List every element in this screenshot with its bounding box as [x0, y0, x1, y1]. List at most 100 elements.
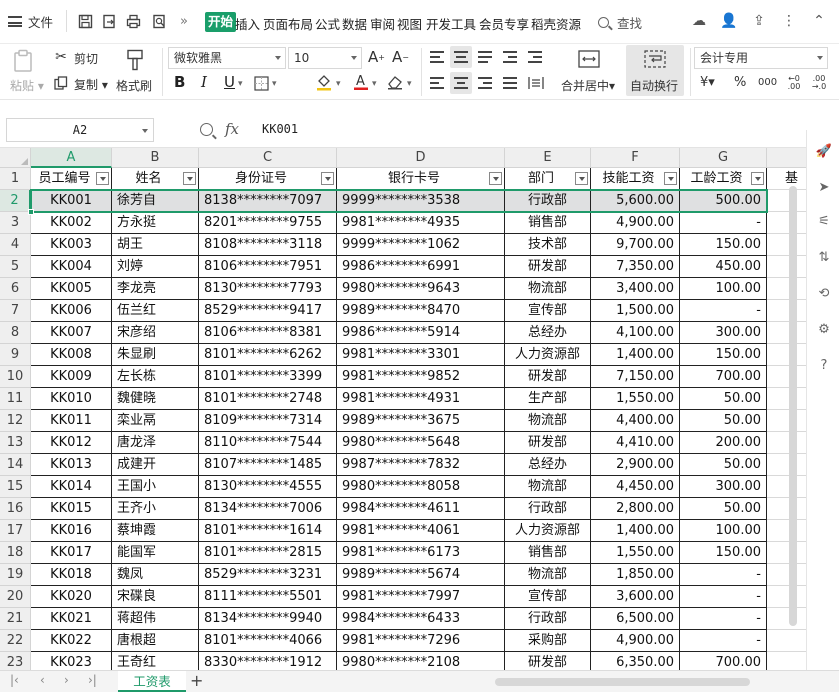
decrease-font-icon[interactable]: A − [392, 48, 409, 66]
cell-bank-card[interactable]: 9981********9852 [337, 366, 505, 388]
column-header-h[interactable] [767, 148, 806, 168]
row-header[interactable]: 8 [0, 322, 31, 344]
cell-bank-card[interactable]: 9986********5914 [337, 322, 505, 344]
cell-seniority-pay[interactable]: 300.00 [680, 322, 767, 344]
thousands-separator-button[interactable]: 000 [758, 77, 777, 88]
cell-name[interactable]: 魏凤 [112, 564, 199, 586]
cell-name[interactable]: 方永挺 [112, 212, 199, 234]
cell-id-card[interactable]: 8101********4066 [199, 630, 337, 652]
align-middle-icon[interactable] [454, 51, 468, 63]
cell-bank-card[interactable]: 9981********3301 [337, 344, 505, 366]
cell-name[interactable]: 王齐小 [112, 498, 199, 520]
cell-dept[interactable]: 宣传部 [505, 586, 591, 608]
wrap-text-button[interactable]: 自动换行 [630, 77, 678, 94]
cell-id[interactable]: KK021 [31, 608, 112, 630]
cell-seniority-pay[interactable]: - [680, 586, 767, 608]
align-left-icon[interactable] [430, 77, 444, 89]
cell-id[interactable]: KK016 [31, 520, 112, 542]
cell-seniority-pay[interactable]: 50.00 [680, 388, 767, 410]
cell-name[interactable]: 蒋超伟 [112, 608, 199, 630]
clear-format-icon[interactable] [385, 73, 405, 91]
font-color-icon[interactable]: A [352, 72, 370, 92]
zoom-search-icon[interactable] [200, 123, 213, 136]
cell-id[interactable]: KK012 [31, 432, 112, 454]
cell-seniority-pay[interactable]: 200.00 [680, 432, 767, 454]
cell-name[interactable]: 宋彦绍 [112, 322, 199, 344]
cell-seniority-pay[interactable]: 150.00 [680, 344, 767, 366]
cell-id[interactable]: KK009 [31, 366, 112, 388]
cell-seniority-pay[interactable]: 300.00 [680, 476, 767, 498]
cell-skill-pay[interactable]: 7,150.00 [591, 366, 680, 388]
cell-id[interactable]: KK017 [31, 542, 112, 564]
tab-insert[interactable]: 插入 [235, 14, 260, 33]
cell-skill-pay[interactable]: 3,600.00 [591, 586, 680, 608]
cell-id[interactable]: KK020 [31, 586, 112, 608]
row-header[interactable]: 5 [0, 256, 31, 278]
cell-id[interactable]: KK002 [31, 212, 112, 234]
header-cell-id[interactable]: 员工编号 [31, 168, 112, 190]
cell-id-card[interactable]: 8108********3118 [199, 234, 337, 256]
cell-name[interactable]: 栾业鬲 [112, 410, 199, 432]
justify-icon[interactable] [503, 77, 517, 89]
cell-bank-card[interactable]: 9984********6433 [337, 608, 505, 630]
backup-icon[interactable]: ⟲ [815, 284, 833, 302]
add-sheet-button[interactable]: + [190, 671, 203, 690]
cell-name[interactable]: 成建开 [112, 454, 199, 476]
cell-dept[interactable]: 总经办 [505, 322, 591, 344]
cell-bank-card[interactable]: 9980********8058 [337, 476, 505, 498]
tab-formulas[interactable]: 公式 [315, 14, 340, 33]
filter-dropdown-icon[interactable] [751, 172, 764, 185]
cell-skill-pay[interactable]: 4,410.00 [591, 432, 680, 454]
insert-function-button[interactable]: fx [225, 120, 239, 138]
header-cell-id-card[interactable]: 身份证号 [199, 168, 337, 190]
rocket-icon[interactable]: 🚀 [815, 142, 833, 160]
cell-id[interactable]: KK014 [31, 476, 112, 498]
filter-dropdown-icon[interactable] [183, 172, 196, 185]
column-header-g[interactable]: G [680, 148, 767, 168]
cell-id[interactable]: KK003 [31, 234, 112, 256]
font-color-dropdown-icon[interactable]: ▾ [372, 79, 377, 89]
cell-skill-pay[interactable]: 1,550.00 [591, 542, 680, 564]
cell-id-card[interactable]: 8529********9417 [199, 300, 337, 322]
cell-dept[interactable]: 总经办 [505, 454, 591, 476]
next-sheet-icon[interactable]: › [64, 673, 69, 687]
decrease-decimal-icon[interactable]: .00 →.0 [808, 73, 830, 93]
share-user-icon[interactable]: 👤 [719, 11, 739, 31]
cell-id-card[interactable]: 8109********7314 [199, 410, 337, 432]
cell-bank-card[interactable]: 9980********2108 [337, 652, 505, 670]
font-size-select[interactable]: 10 [288, 47, 362, 69]
format-painter-icon[interactable] [124, 48, 146, 72]
cell-id-card[interactable]: 8134********7006 [199, 498, 337, 520]
column-header-e[interactable]: E [505, 148, 591, 168]
cell-seniority-pay[interactable]: 700.00 [680, 652, 767, 670]
cell-id-card[interactable]: 8101********6262 [199, 344, 337, 366]
cell-name[interactable]: 徐芳自 [112, 190, 199, 212]
row-header[interactable]: 10 [0, 366, 31, 388]
cell-skill-pay[interactable]: 4,450.00 [591, 476, 680, 498]
horizontal-scroll-thumb[interactable] [495, 678, 750, 686]
cell-name[interactable]: 宋碟良 [112, 586, 199, 608]
row-header[interactable]: 2 [0, 190, 31, 212]
cell-id-card[interactable]: 8101********1614 [199, 520, 337, 542]
select-cursor-icon[interactable]: ➤ [815, 178, 833, 196]
filter-dropdown-icon[interactable] [489, 172, 502, 185]
italic-button[interactable]: I [201, 73, 207, 91]
tab-member[interactable]: 会员专享 [479, 14, 529, 33]
cell-bank-card[interactable]: 9981********4931 [337, 388, 505, 410]
tab-home[interactable]: 开始 [205, 12, 237, 32]
print-icon[interactable] [124, 12, 142, 30]
bold-button[interactable]: B [174, 73, 185, 91]
cell-id[interactable]: KK008 [31, 344, 112, 366]
increase-decimal-icon[interactable]: ←0.00 [784, 73, 804, 93]
copy-button[interactable]: 复制 ▾ [74, 76, 108, 93]
filter-dropdown-icon[interactable] [664, 172, 677, 185]
formula-input[interactable]: KK001 [262, 122, 298, 136]
horizontal-scrollbar[interactable] [470, 676, 770, 688]
header-cell-dept[interactable]: 部门 [505, 168, 591, 190]
cell-dept[interactable]: 研发部 [505, 256, 591, 278]
cell-id-card[interactable]: 8106********7951 [199, 256, 337, 278]
cell-dept[interactable]: 人力资源部 [505, 344, 591, 366]
cell-seniority-pay[interactable]: 50.00 [680, 498, 767, 520]
paste-button[interactable]: 粘贴 ▾ [10, 77, 44, 94]
filter-dropdown-icon[interactable] [321, 172, 334, 185]
